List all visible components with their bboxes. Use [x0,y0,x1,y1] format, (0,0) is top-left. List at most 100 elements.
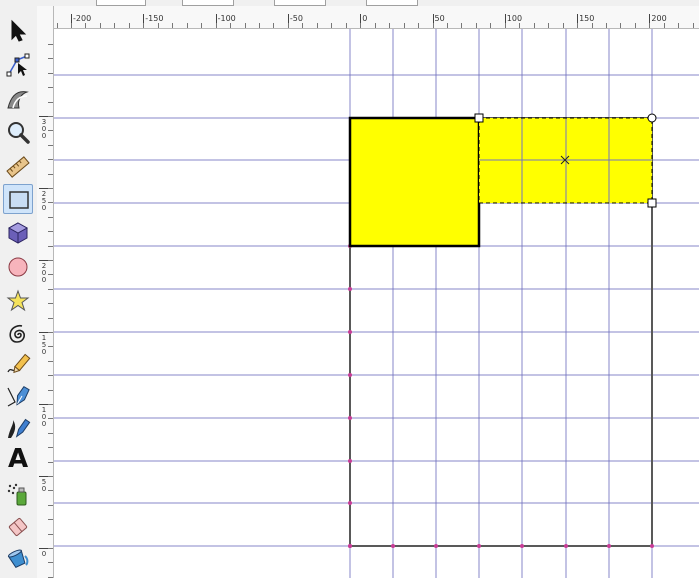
spray-tool-button[interactable] [3,480,33,510]
measure-tool-button[interactable] [3,152,33,182]
guide-point [348,330,352,334]
ruler-minor-tick [634,23,636,28]
ruler-minor-tick [446,23,448,28]
yellow-l-shape[interactable] [348,116,481,248]
selected-yellow-rectangle[interactable] [474,113,657,208]
ruler-minor-tick [562,23,564,28]
guide-point [520,544,524,548]
ruler-minor-tick [48,274,53,276]
node-edit-icon [6,53,30,77]
ruler-minor-tick [128,23,130,28]
ruler-minor-tick [389,23,391,28]
ruler-minor-tick [519,23,521,28]
ruler-minor-tick [48,130,53,132]
ruler-minor-tick [48,490,53,492]
horizontal-ruler-label: -150 [145,14,164,23]
pen-tool-button[interactable] [3,382,33,412]
ruler-minor-tick [374,23,376,28]
eraser-tool-button[interactable] [3,512,33,542]
vertical-ruler-label: 150 [41,334,47,356]
corner-handle-top-right[interactable] [647,113,657,123]
ruler-minor-tick [48,317,53,319]
ruler-minor-tick [48,562,53,564]
guide-point [391,544,395,548]
spiral-icon [9,324,25,343]
ruler-minor-tick [48,346,53,348]
guide-point [477,544,481,548]
paint-bucket-tool-button[interactable] [3,542,33,572]
ruler-minor-tick [114,23,116,28]
guide-point [348,501,352,505]
ruler-minor-tick [606,23,608,28]
guide-intersection-points [348,244,654,548]
ruler-minor-tick [48,447,53,449]
ruler-minor-tick [48,432,53,434]
pencil-tool-button[interactable] [3,350,33,380]
ruler-minor-tick [48,519,53,521]
text-tool-button[interactable]: A [3,444,33,476]
star-tool-button[interactable] [3,286,33,316]
ruler-minor-tick [403,23,405,28]
ruler-minor-tick [302,23,304,28]
ruler-minor-tick [48,202,53,204]
ruler-minor-tick [48,303,53,305]
ruler-minor-tick [316,23,318,28]
ruler-minor-tick [418,23,420,28]
vertical-ruler-label: 50 [41,478,47,493]
corner-handle-bottom-right[interactable] [647,198,657,208]
horizontal-ruler[interactable]: -200 -150 -100 -50 0 50 100 150 200 [53,6,699,29]
rectangle-icon [9,191,29,209]
guide-point [348,459,352,463]
ruler-minor-tick [48,375,53,377]
tweak-tool-button[interactable] [3,84,33,114]
ruler-minor-tick [48,332,53,333]
ruler-minor-tick [548,23,550,28]
vertical-ruler[interactable]: 300 250 200 150 100 50 0 [37,6,54,578]
calligraphy-icon [8,418,31,438]
ruler-minor-tick [287,23,289,28]
zoom-tool-button[interactable] [3,118,33,148]
ruler-minor-tick [56,23,58,28]
corner-handle-top-left[interactable] [474,113,484,123]
guide-point [348,373,352,377]
ruler-minor-tick [258,23,260,28]
spray-can-icon [7,483,27,506]
ruler-minor-tick [48,389,53,391]
ruler-minor-tick [345,23,347,28]
guide-point [650,544,654,548]
selector-tool-button[interactable] [3,16,33,46]
horizontal-ruler-label: 200 [651,14,667,23]
ruler-minor-tick [48,44,53,45]
ruler-minor-tick [461,23,463,28]
ellipse-tool-button[interactable] [3,252,33,282]
vertical-ruler-label: 0 [41,550,47,558]
spiral-tool-button[interactable] [3,320,33,350]
ruler-minor-tick [48,360,53,362]
ruler-minor-tick [504,23,506,28]
ruler-icon [6,156,30,178]
ruler-minor-tick [48,159,53,161]
horizontal-ruler-label: 150 [579,14,595,23]
ruler-minor-tick [48,216,53,218]
ruler-minor-tick [143,23,145,28]
ruler-minor-tick [48,58,53,60]
guide-point [434,544,438,548]
calligraphy-tool-button[interactable] [3,414,33,444]
ruler-minor-tick [48,548,53,549]
cube-icon [7,222,29,244]
canvas-drawing [54,29,699,578]
ruler-minor-tick [331,23,333,28]
ruler-minor-tick [360,23,362,28]
3d-box-tool-button[interactable] [3,218,33,248]
vertical-ruler-label: 200 [41,262,47,284]
ruler-minor-tick [48,476,53,477]
node-tool-button[interactable] [3,50,33,80]
rectangle-tool-button[interactable] [3,184,33,214]
ruler-minor-tick [230,23,232,28]
vertical-ruler-label: 250 [41,190,47,212]
horizontal-ruler-label: 100 [506,14,523,23]
ruler-minor-tick [533,23,535,28]
drawing-canvas[interactable] [54,29,699,578]
pen-nib-icon [7,386,30,407]
guide-point [348,544,352,548]
